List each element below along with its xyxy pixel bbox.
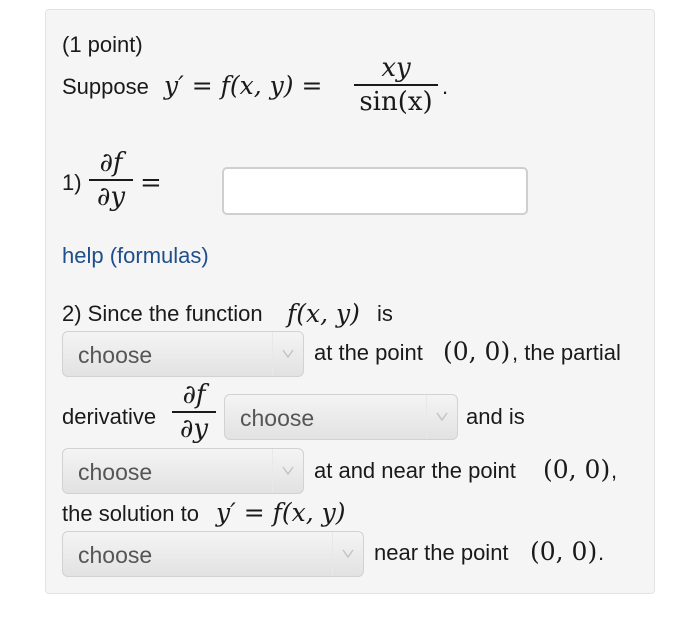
select-partial-continuity[interactable]: choose <box>62 448 304 494</box>
select-partial-property[interactable]: choose <box>224 394 458 440</box>
final-period: . <box>598 540 605 565</box>
fraction-bar <box>354 84 438 86</box>
fraction-numerator: xy <box>381 53 411 83</box>
help-formulas-link[interactable]: help (formulas) <box>62 243 209 269</box>
equals-sign: = <box>140 168 162 198</box>
derivative-text: derivative <box>62 404 157 429</box>
at-and-near-text: at and near the point <box>314 458 516 483</box>
chevron-down-icon <box>332 532 363 576</box>
select-partial-continuity-value: choose <box>78 459 153 485</box>
partial-bar <box>89 179 133 181</box>
select-continuity[interactable]: choose <box>62 331 304 377</box>
part2-function-math: f(x, y) <box>287 299 360 328</box>
statement-period: . <box>442 74 449 99</box>
select-solution-existence[interactable]: choose <box>62 531 364 577</box>
partial-derivative-fraction: ∂f ∂y <box>89 148 133 212</box>
part2-partial-bar <box>172 411 216 413</box>
point-2-comma: , <box>611 458 618 483</box>
chevron-down-icon <box>272 332 303 376</box>
points-label: (1 point) <box>62 32 143 57</box>
select-partial-property-value: choose <box>240 405 315 431</box>
part2-intro: 2) Since the function <box>62 301 263 326</box>
chevron-down-icon <box>272 449 303 493</box>
main-fraction: xy sin(x) <box>354 53 438 117</box>
part2-partial-numerator: ∂f <box>182 380 206 410</box>
select-solution-existence-value: choose <box>78 542 153 568</box>
partial-derivative-answer-input[interactable] <box>222 167 528 215</box>
partial-denominator: ∂y <box>96 182 126 212</box>
select-continuity-value: choose <box>78 342 153 368</box>
equation-lhs: y′ = f(x, y) = <box>164 71 323 100</box>
point-3: (0, 0) <box>530 537 598 566</box>
and-is-text: and is <box>466 404 525 429</box>
near-point-text: near the point <box>374 540 509 565</box>
part2-is-text: is <box>377 301 393 326</box>
part2-partial-fraction: ∂f ∂y <box>172 380 216 444</box>
suppose-text: Suppose <box>62 74 149 99</box>
point-1: (0, 0) <box>443 337 511 366</box>
the-partial-text: , the partial <box>512 340 621 365</box>
at-point-text: at the point <box>314 340 423 365</box>
solution-text: the solution to <box>62 501 199 526</box>
problem-panel: (1 point) Suppose y′ = f(x, y) = xy sin(… <box>45 9 655 594</box>
chevron-down-icon <box>426 395 457 439</box>
part2-partial-denominator: ∂y <box>179 414 209 444</box>
solution-math: y′ = f(x, y) <box>216 498 346 527</box>
part1-label: 1) <box>62 170 82 195</box>
point-2: (0, 0) <box>543 455 611 484</box>
partial-numerator: ∂f <box>99 148 123 178</box>
fraction-denominator: sin(x) <box>359 87 433 117</box>
